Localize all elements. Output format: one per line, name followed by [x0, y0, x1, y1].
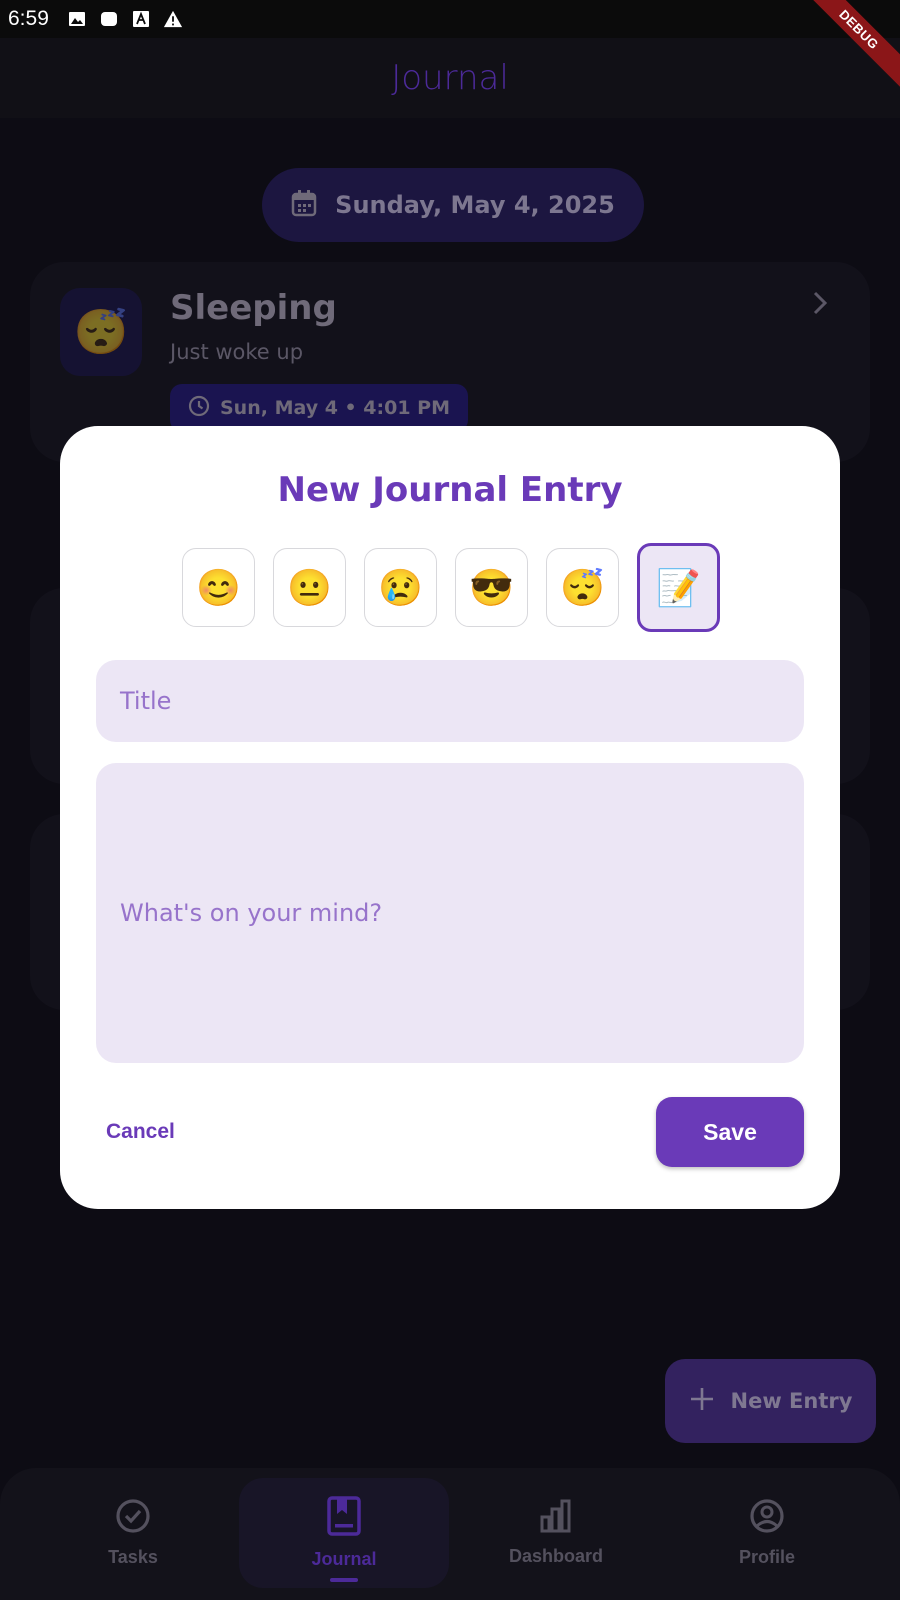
title-input[interactable]: Title — [96, 660, 804, 742]
entry-time-badge: Sun, May 4 • 4:01 PM — [170, 384, 469, 432]
save-button[interactable]: Save — [656, 1097, 804, 1167]
status-bar: 6:59 — [0, 0, 900, 38]
entry-time: Sun, May 4 • 4:01 PM — [220, 397, 451, 419]
entry-mood-emoji: 😴 — [60, 288, 142, 376]
date-selector[interactable]: Sunday, May 4, 2025 — [262, 168, 644, 242]
status-icons — [67, 9, 183, 29]
mood-option-happy[interactable]: 😊 — [182, 548, 255, 627]
image-icon — [67, 9, 87, 29]
new-entry-button[interactable]: New Entry — [665, 1359, 876, 1443]
nav-label-journal: Journal — [311, 1549, 377, 1569]
mood-option-cool[interactable]: 😎 — [455, 548, 528, 627]
new-entry-dialog: New Journal Entry 😊 😐 😢 😎 😴 📝 Title What… — [60, 426, 840, 1209]
account-circle-icon — [749, 1498, 785, 1539]
warning-icon — [163, 9, 183, 29]
entry-title: Sleeping — [170, 288, 337, 328]
nav-item-journal[interactable]: Journal — [239, 1478, 449, 1588]
mood-selector: 😊 😐 😢 😎 😴 📝 — [182, 543, 720, 632]
plus-icon — [689, 1381, 715, 1421]
status-time: 6:59 — [8, 7, 49, 30]
dialog-title: New Journal Entry — [277, 470, 623, 510]
nav-item-dashboard[interactable]: Dashboard — [451, 1478, 661, 1588]
page-title: Journal — [391, 58, 509, 98]
nav-label-tasks: Tasks — [108, 1547, 158, 1567]
storage-icon — [99, 9, 119, 29]
mood-option-sad[interactable]: 😢 — [364, 548, 437, 627]
mood-option-neutral[interactable]: 😐 — [273, 548, 346, 627]
journal-book-icon — [326, 1496, 362, 1541]
check-circle-icon — [115, 1498, 151, 1539]
mood-option-memo[interactable]: 📝 — [637, 543, 720, 632]
new-entry-label: New Entry — [730, 1389, 853, 1413]
mood-option-sleeping[interactable]: 😴 — [546, 548, 619, 627]
nav-item-profile[interactable]: Profile — [662, 1478, 872, 1588]
entry-subtitle: Just woke up — [170, 340, 304, 364]
body-textarea[interactable]: What's on your mind? — [96, 763, 804, 1063]
font-icon — [131, 9, 151, 29]
cancel-button[interactable]: Cancel — [106, 1120, 175, 1144]
nav-item-tasks[interactable]: Tasks — [28, 1478, 238, 1588]
nav-label-profile: Profile — [738, 1547, 795, 1567]
debug-label: DEBUG — [800, 0, 900, 91]
chevron-right-icon[interactable] — [810, 290, 830, 324]
bar-chart-icon — [538, 1499, 574, 1538]
date-label: Sunday, May 4, 2025 — [335, 191, 615, 219]
calendar-icon — [291, 189, 317, 222]
nav-label-dashboard: Dashboard — [508, 1546, 604, 1566]
debug-ribbon: DEBUG — [800, 0, 900, 100]
app-bar: Journal — [0, 38, 900, 118]
bottom-navigation: Tasks Journal Dashboard Profile — [0, 1468, 900, 1600]
active-tab-indicator — [330, 1578, 358, 1582]
clock-icon — [188, 395, 210, 422]
